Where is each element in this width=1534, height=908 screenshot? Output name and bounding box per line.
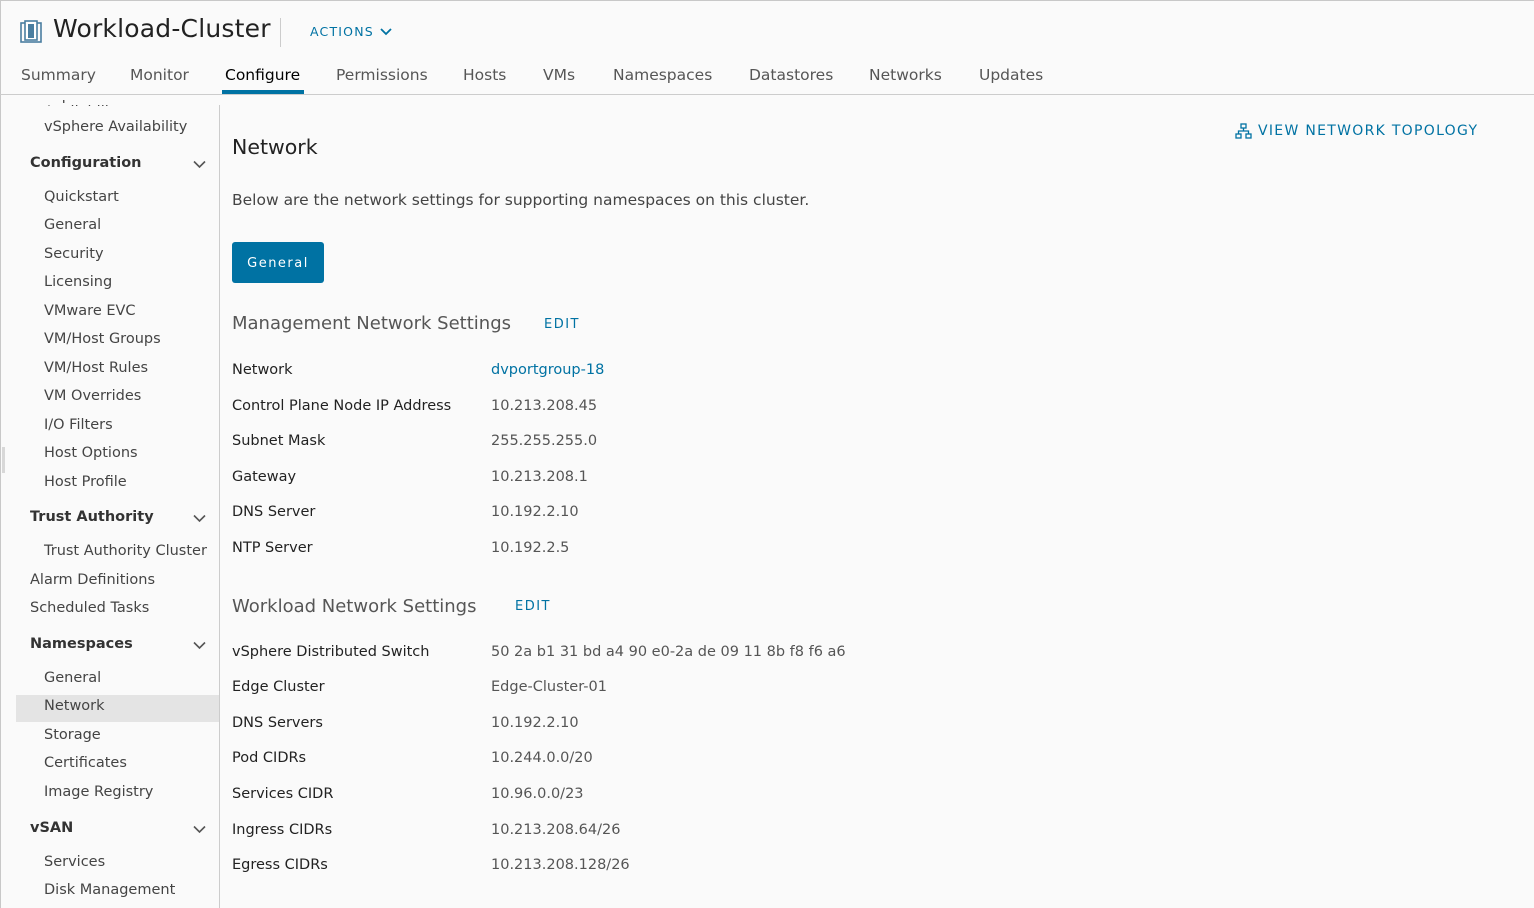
sidebar-item-security[interactable]: Security: [44, 246, 104, 262]
mgmt-control-plane-ip-value: 10.213.208.45: [491, 398, 598, 414]
window-top-border: [0, 0, 1534, 1]
sidebar-item-alarm-definitions[interactable]: Alarm Definitions: [30, 572, 155, 588]
wl-dns-servers-value: 10.192.2.10: [491, 715, 579, 731]
mgmt-dns-server-value: 10.192.2.10: [491, 504, 579, 520]
page-title: Workload-Cluster: [53, 14, 271, 43]
mgmt-gateway-label: Gateway: [232, 469, 297, 485]
edit-workload-button[interactable]: EDIT: [515, 599, 551, 614]
sidebar-item-vm-overrides[interactable]: VM Overrides: [44, 388, 141, 404]
sidebar-item-general[interactable]: General: [44, 217, 101, 233]
view-network-topology-label: VIEW NETWORK TOPOLOGY: [1258, 123, 1479, 139]
wl-vds-label: vSphere Distributed Switch: [232, 644, 430, 660]
mgmt-dns-server-label: DNS Server: [232, 504, 316, 520]
tab-networks[interactable]: Networks: [869, 66, 942, 84]
wl-services-cidr-value: 10.96.0.0/23: [491, 786, 584, 802]
tab-configure[interactable]: Configure: [225, 66, 300, 84]
chevron-down-icon[interactable]: [193, 641, 206, 650]
network-topology-icon: [1235, 123, 1252, 139]
sidebar-item-ns-general[interactable]: General: [44, 670, 101, 686]
tab-namespaces[interactable]: Namespaces: [613, 66, 712, 84]
mgmt-control-plane-ip-label: Control Plane Node IP Address: [232, 398, 452, 414]
tab-updates[interactable]: Updates: [979, 66, 1043, 84]
window-left-border: [0, 0, 1, 908]
tab-datastores[interactable]: Datastores: [749, 66, 833, 84]
mgmt-ntp-server-label: NTP Server: [232, 540, 313, 556]
actions-label: ACTIONS: [310, 24, 374, 39]
sidebar-item-host-profile[interactable]: Host Profile: [44, 474, 127, 490]
sidebar-item-vm-host-groups[interactable]: VM/Host Groups: [44, 331, 161, 347]
sidebar-item-vsphere-availability[interactable]: vSphere Availability: [44, 119, 187, 135]
resize-handle[interactable]: [2, 447, 5, 473]
wl-vds-value: 50 2a b1 31 bd a4 90 e0-2a de 09 11 8b f…: [491, 644, 846, 660]
wl-egress-cidrs-value: 10.213.208.128/26: [491, 857, 630, 873]
sidebar-group-configuration[interactable]: Configuration: [30, 155, 142, 171]
tab-bar: Summary Monitor Configure Permissions Ho…: [0, 61, 1534, 95]
wl-ingress-cidrs-label: Ingress CIDRs: [232, 822, 333, 838]
sidebar-item-vm-host-rules[interactable]: VM/Host Rules: [44, 360, 148, 376]
sidebar-item-licensing[interactable]: Licensing: [44, 274, 112, 290]
sidebar-item-ns-network[interactable]: Network: [44, 698, 105, 714]
wl-edge-cluster-value: Edge-Cluster-01: [491, 679, 607, 695]
sidebar-item-vmware-evc[interactable]: VMware EVC: [44, 303, 136, 319]
chevron-down-icon[interactable]: [193, 825, 206, 834]
tab-permissions[interactable]: Permissions: [336, 66, 428, 84]
tab-hosts[interactable]: Hosts: [463, 66, 506, 84]
mgmt-gateway-value: 10.213.208.1: [491, 469, 588, 485]
sidebar-item-ns-image-registry[interactable]: Image Registry: [44, 784, 153, 800]
sidebar-item-ns-storage[interactable]: Storage: [44, 727, 101, 743]
sidebar-group-vsan[interactable]: vSAN: [30, 820, 73, 836]
tab-monitor[interactable]: Monitor: [130, 66, 189, 84]
section-description: Below are the network settings for suppo…: [232, 191, 810, 209]
mgmt-network-label: Network: [232, 362, 293, 378]
sidebar-divider: [219, 105, 220, 908]
general-button[interactable]: General: [232, 242, 324, 283]
mgmt-subnet-mask-value: 255.255.255.0: [491, 433, 598, 449]
sidebar-item-quickstart[interactable]: Quickstart: [44, 189, 119, 205]
sidebar-item-ns-certificates[interactable]: Certificates: [44, 755, 127, 771]
tab-summary[interactable]: Summary: [21, 66, 96, 84]
sidebar-item-vsan-disk-management[interactable]: Disk Management: [44, 882, 175, 898]
title-divider: [280, 18, 281, 47]
wl-pod-cidrs-value: 10.244.0.0/20: [491, 750, 593, 766]
wl-ingress-cidrs-value: 10.213.208.64/26: [491, 822, 621, 838]
sidebar-item-trust-authority-cluster[interactable]: Trust Authority Cluster: [44, 543, 207, 559]
sidebar-item-host-options[interactable]: Host Options: [44, 445, 138, 461]
view-network-topology-link[interactable]: VIEW NETWORK TOPOLOGY: [1235, 123, 1478, 139]
chevron-down-icon[interactable]: [193, 160, 206, 169]
wl-pod-cidrs-label: Pod CIDRs: [232, 750, 307, 766]
section-title: Network: [232, 135, 318, 159]
wl-edge-cluster-label: Edge Cluster: [232, 679, 325, 695]
mgmt-network-link[interactable]: dvportgroup-18: [491, 362, 604, 378]
active-tab-indicator: [222, 90, 304, 94]
workload-network-settings-title: Workload Network Settings: [232, 596, 477, 617]
sidebar-item-scheduled-tasks[interactable]: Scheduled Tasks: [30, 600, 149, 616]
wl-dns-servers-label: DNS Servers: [232, 715, 323, 731]
tab-vms[interactable]: VMs: [543, 66, 575, 84]
sidebar-group-namespaces[interactable]: Namespaces: [30, 636, 133, 652]
mgmt-subnet-mask-label: Subnet Mask: [232, 433, 326, 449]
sidebar-item-vsan-services[interactable]: Services: [44, 854, 105, 870]
wl-services-cidr-label: Services CIDR: [232, 786, 334, 802]
actions-menu-button[interactable]: ACTIONS: [310, 24, 392, 39]
chevron-down-icon[interactable]: [193, 514, 206, 523]
chevron-down-icon: [380, 27, 392, 35]
edit-management-button[interactable]: EDIT: [544, 317, 580, 332]
mgmt-ntp-server-value: 10.192.2.5: [491, 540, 570, 556]
sidebar-item-io-filters[interactable]: I/O Filters: [44, 417, 113, 433]
management-network-settings-title: Management Network Settings: [232, 313, 511, 334]
sidebar-group-trust-authority[interactable]: Trust Authority: [30, 509, 154, 525]
cluster-icon: [20, 20, 42, 43]
sidebar-clipped-item: vSphere Availability: [44, 100, 154, 106]
wl-egress-cidrs-label: Egress CIDRs: [232, 857, 328, 873]
